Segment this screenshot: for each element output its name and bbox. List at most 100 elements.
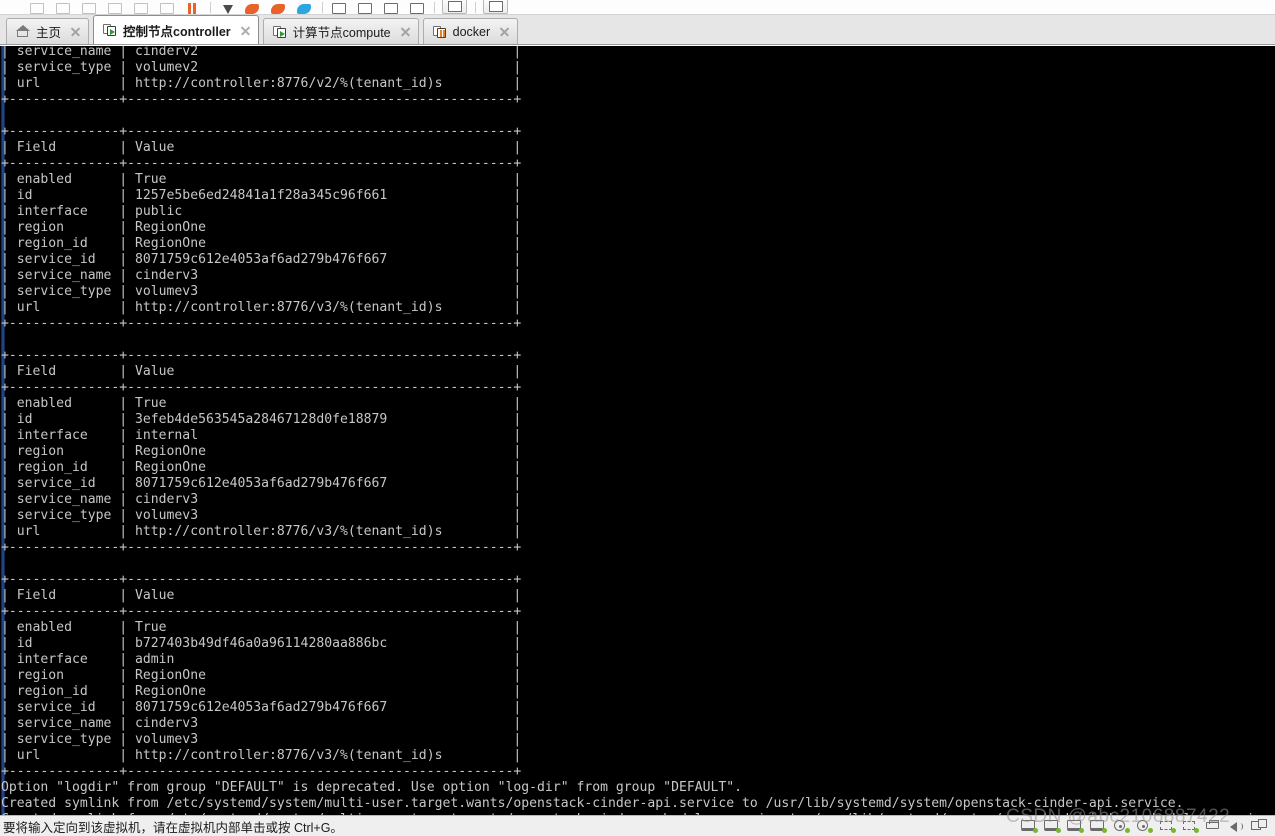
vm-tab-bar: 主页 控制节点controller 计算节点compute docker [0, 15, 1275, 45]
status-message: 要将输入定向到该虚拟机，请在虚拟机内部单击或按 Ctrl+G。 [3, 820, 343, 835]
terminal-line: | Field | Value | [1, 364, 522, 379]
close-icon[interactable] [399, 25, 412, 38]
button-screen-small[interactable] [483, 0, 508, 14]
terminal-line: +--------------+------------------------… [1, 156, 522, 171]
grey-placeholder-icon[interactable] [80, 1, 97, 14]
close-icon[interactable] [69, 25, 82, 38]
terminal-line: | Field | Value | [1, 140, 522, 155]
screen-icon[interactable] [330, 1, 347, 14]
usb-device-icon[interactable] [1159, 819, 1176, 833]
tab-controller[interactable]: 控制节点controller [93, 15, 259, 44]
swirl-orange-icon[interactable] [270, 1, 287, 14]
terminal-line: +--------------+------------------------… [1, 316, 522, 331]
terminal-line: | url | http://controller:8776/v3/%(tena… [1, 300, 522, 315]
terminal-line: +--------------+------------------------… [1, 124, 522, 139]
tab-compute[interactable]: 计算节点compute [262, 18, 419, 44]
grey-placeholder-icon[interactable] [158, 1, 175, 14]
vm-running-icon [272, 25, 288, 39]
cd-drive-icon[interactable] [1136, 819, 1153, 833]
printer-icon[interactable] [1205, 819, 1222, 833]
terminal-line: | region | RegionOne | [1, 220, 522, 235]
terminal-line: | service_name | cinderv3 | [1, 492, 522, 507]
terminal-line: | service_id | 8071759c612e4053af6ad279b… [1, 700, 522, 715]
terminal-line: | service_type | volumev3 | [1, 284, 522, 299]
pause-icon[interactable] [184, 1, 201, 14]
grey-placeholder-icon[interactable] [28, 1, 45, 14]
terminal-line: +--------------+------------------------… [1, 572, 522, 587]
cd-drive-icon[interactable] [1113, 819, 1130, 833]
network-adapter-icon[interactable] [1067, 819, 1084, 833]
terminal-line: | service_type | volumev2 | [1, 60, 522, 75]
toolbar-separator [322, 2, 323, 13]
down-arrow-icon[interactable] [218, 1, 235, 14]
terminal-output: | service_name | cinderv2 | | service_typ… [0, 46, 1275, 815]
tab-label: 主页 [36, 26, 62, 40]
terminal-line: | region_id | RegionOne | [1, 684, 522, 699]
vm-console[interactable]: | service_name | cinderv2 | | service_typ… [0, 46, 1275, 815]
terminal-line: Option "logdir" from group "DEFAULT" is … [1, 780, 743, 795]
terminal-line: | Field | Value | [1, 588, 522, 603]
screen-icon[interactable] [356, 1, 373, 14]
close-icon[interactable] [498, 25, 511, 38]
terminal-line: | service_name | cinderv2 | [1, 46, 522, 59]
terminal-line: | region_id | RegionOne | [1, 460, 522, 475]
terminal-line: +--------------+------------------------… [1, 380, 522, 395]
swirl-orange-icon[interactable] [244, 1, 261, 14]
network-adapter-icon[interactable] [1021, 819, 1038, 833]
toolbar-separator [434, 2, 435, 13]
tab-label: docker [452, 24, 491, 39]
terminal-line: | interface | public | [1, 204, 522, 219]
terminal-line: +--------------+------------------------… [1, 540, 522, 555]
button-screen[interactable] [442, 0, 467, 14]
terminal-line: | interface | internal | [1, 428, 522, 443]
network-adapter-icon[interactable] [1090, 819, 1107, 833]
terminal-line: +--------------+------------------------… [1, 764, 522, 779]
terminal-line: | url | http://controller:8776/v2/%(tena… [1, 76, 522, 91]
terminal-line: | region | RegionOne | [1, 668, 522, 683]
terminal-line: +--------------+------------------------… [1, 604, 522, 619]
tab-home[interactable]: 主页 [6, 18, 90, 44]
terminal-line: | id | b727403b49df46a0a96114280aa886bc … [1, 636, 522, 651]
close-icon[interactable] [239, 24, 252, 37]
terminal-line: Created symlink from /etc/systemd/system… [1, 796, 1184, 811]
tab-label: 控制节点controller [123, 24, 231, 39]
vmware-workstation-window: 主页 控制节点controller 计算节点compute docker | s… [0, 0, 1275, 836]
terminal-line: | enabled | True | [1, 620, 522, 635]
vm-running-icon [103, 23, 118, 37]
terminal-line: | enabled | True | [1, 396, 522, 411]
display-icon[interactable] [1251, 819, 1268, 833]
swirl-blue-icon[interactable] [296, 1, 313, 14]
grey-placeholder-icon[interactable] [106, 1, 123, 14]
terminal-line: | url | http://controller:8776/v3/%(tena… [1, 748, 522, 763]
network-adapter-icon[interactable] [1044, 819, 1061, 833]
terminal-line: | service_id | 8071759c612e4053af6ad279b… [1, 476, 522, 491]
terminal-line: | region | RegionOne | [1, 444, 522, 459]
terminal-line: | service_id | 8071759c612e4053af6ad279b… [1, 252, 522, 267]
terminal-line: +--------------+------------------------… [1, 348, 522, 363]
vm-paused-icon [432, 25, 448, 39]
status-bar: 要将输入定向到该虚拟机，请在虚拟机内部单击或按 Ctrl+G。 [0, 815, 1275, 836]
screen-cursor-icon[interactable] [408, 1, 425, 14]
terminal-line: | service_name | cinderv3 | [1, 268, 522, 283]
sound-icon[interactable] [1228, 819, 1245, 833]
terminal-line: | id | 1257e5be6ed24841a1f28a345c96f661 … [1, 188, 522, 203]
terminal-line: | service_name | cinderv3 | [1, 716, 522, 731]
status-device-icons [1021, 819, 1271, 833]
terminal-line: +--------------+------------------------… [1, 92, 522, 107]
terminal-line: | url | http://controller:8776/v3/%(tena… [1, 524, 522, 539]
terminal-line: | id | 3efeb4de563545a28467128d0fe18879 … [1, 412, 522, 427]
tab-docker[interactable]: docker [422, 18, 519, 44]
home-icon [16, 24, 31, 39]
toolbar-separator [475, 2, 476, 13]
screen-split-icon[interactable] [382, 1, 399, 14]
terminal-line: | enabled | True | [1, 172, 522, 187]
terminal-line: | service_type | volumev3 | [1, 732, 522, 747]
main-toolbar [0, 0, 1275, 15]
toolbar-separator [210, 2, 211, 13]
grey-placeholder-icon[interactable] [132, 1, 149, 14]
usb-device-icon[interactable] [1182, 819, 1199, 833]
grey-placeholder-icon[interactable] [54, 1, 71, 14]
